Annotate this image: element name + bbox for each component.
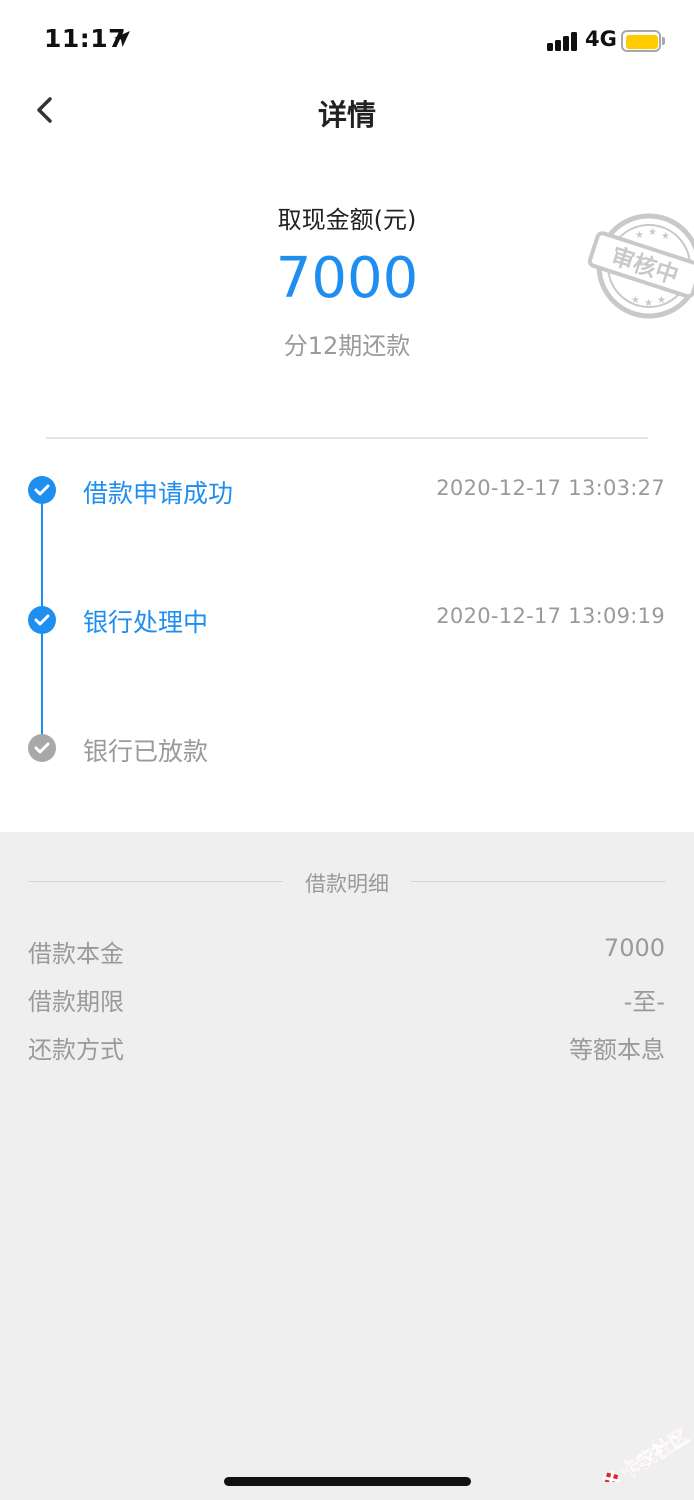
svg-text:★: ★ (644, 298, 653, 309)
timeline-step-label: 借款申请成功 (83, 479, 234, 508)
detail-row-label: 还款方式 (28, 1036, 124, 1064)
detail-row-value: 7000 (603, 934, 665, 962)
svg-text:★: ★ (661, 231, 670, 242)
detail-row-label: 借款本金 (28, 940, 124, 968)
svg-text:★: ★ (635, 230, 644, 241)
timeline-connector (41, 630, 43, 740)
battery-icon (621, 30, 665, 52)
location-arrow-icon (114, 31, 130, 47)
detail-row-value: -至- (623, 988, 665, 1016)
svg-text:★: ★ (631, 295, 640, 306)
timeline-step-label: 银行处理中 (83, 608, 209, 637)
installment-text: 分12期还款 (283, 332, 411, 360)
watermark-logo: 卡农社区 (602, 1424, 693, 1482)
cellular-signal-icon (547, 31, 579, 51)
watermark-text: 卡农社区 (616, 1424, 693, 1482)
check-circle-icon (28, 734, 56, 762)
divider (411, 881, 666, 882)
page-title: 详情 (317, 98, 376, 132)
check-circle-icon (28, 476, 56, 504)
detail-row-value: 等额本息 (569, 1036, 665, 1064)
under-review-stamp: ★ ★ ★ ★ ★ ★ 审核中 (587, 213, 694, 319)
details-section-title: 借款明细 (305, 872, 389, 896)
divider (46, 437, 648, 439)
home-indicator[interactable] (224, 1477, 471, 1486)
timeline-step-time: 2020-12-17 13:03:27 (436, 476, 665, 500)
network-type: 4G (585, 27, 617, 51)
detail-row-label: 借款期限 (28, 988, 124, 1016)
timeline-step-label: 银行已放款 (83, 737, 209, 766)
check-circle-icon (28, 606, 56, 634)
svg-text:★: ★ (657, 295, 666, 306)
timeline-step-time: 2020-12-17 13:09:19 (436, 604, 665, 628)
status-bar: 11:17 4G (0, 0, 694, 80)
svg-text:★: ★ (648, 227, 657, 238)
